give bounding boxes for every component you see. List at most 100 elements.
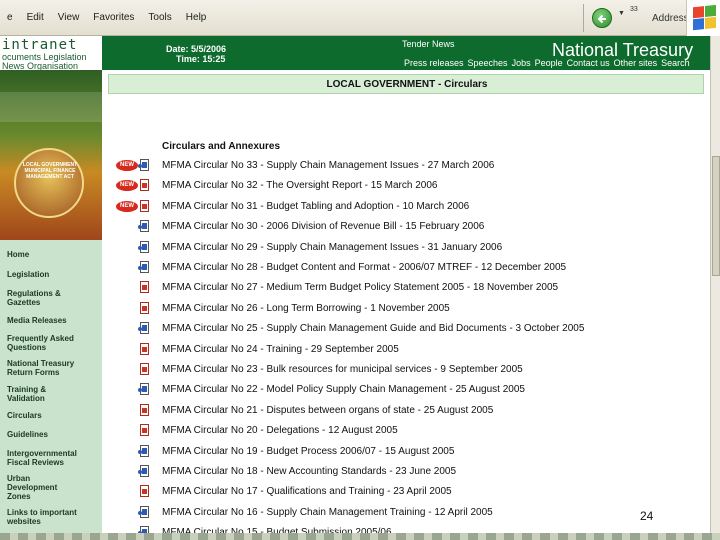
toolbar-number: 33	[630, 6, 638, 13]
windows-logo-icon	[686, 0, 720, 36]
intranet-logo[interactable]: intranet ocuments Legislation News Organ…	[0, 36, 102, 71]
list-item: MFMA Circular No 20 - Delegations - 12 A…	[102, 422, 710, 440]
word-file-icon[interactable]	[138, 322, 149, 335]
circular-link[interactable]: MFMA Circular No 30 - 2006 Division of R…	[162, 221, 484, 232]
page-title-bar: LOCAL GOVERNMENT - Circulars	[108, 74, 704, 94]
toolbar-separator	[583, 4, 584, 32]
chevron-down-icon[interactable]: ▼	[618, 10, 625, 17]
pdf-file-icon[interactable]	[140, 342, 149, 355]
menu-items: e Edit View Favorites Tools Help	[0, 12, 213, 23]
sidebar-item-urban-zones[interactable]: Urban Development Zones	[7, 474, 69, 501]
banner-emblem	[14, 148, 84, 218]
pdf-file-icon[interactable]	[140, 179, 149, 192]
circular-link[interactable]: MFMA Circular No 24 - Training - 29 Sept…	[162, 344, 399, 355]
pdf-file-icon[interactable]	[140, 403, 149, 416]
list-item: MFMA Circular No 30 - 2006 Division of R…	[102, 218, 710, 236]
banner-text: LOCAL GOVERNMENT MUNICIPAL FINANCE MANAG…	[22, 162, 78, 180]
nav-search[interactable]: Search	[661, 58, 690, 68]
header-date: Date: 5/5/2006	[166, 44, 227, 54]
word-file-icon[interactable]	[138, 240, 149, 253]
new-badge: NEW	[116, 180, 138, 192]
list-item: MFMA Circular No 24 - Training - 29 Sept…	[102, 341, 710, 359]
sidebar-item-home[interactable]: Home	[7, 250, 99, 259]
tender-news-link[interactable]: Tender News	[402, 39, 455, 49]
list-item: NEW MFMA Circular No 33 - Supply Chain Ma…	[102, 157, 710, 175]
sidebar-item-media[interactable]: Media Releases	[7, 316, 99, 325]
word-file-icon[interactable]	[138, 383, 149, 396]
circular-link[interactable]: MFMA Circular No 19 - Budget Process 200…	[162, 446, 454, 457]
nav-other-sites[interactable]: Other sites	[614, 58, 658, 68]
menu-favorites[interactable]: Favorites	[86, 12, 141, 23]
nav-jobs[interactable]: Jobs	[512, 58, 531, 68]
circular-link[interactable]: MFMA Circular No 27 - Medium Term Budget…	[162, 282, 558, 293]
menu-view[interactable]: View	[51, 12, 87, 23]
sidebar-item-return-forms[interactable]: National Treasury Return Forms	[7, 359, 95, 377]
sidebar-item-faq[interactable]: Frequently Asked Questions	[7, 334, 93, 352]
header-nav: Press releases Speeches Jobs People Cont…	[404, 58, 694, 68]
slide-number: 24	[640, 509, 654, 523]
pdf-file-icon[interactable]	[140, 363, 149, 375]
header-time: Time: 15:25	[176, 54, 226, 64]
circular-link[interactable]: MFMA Circular No 23 - Bulk resources for…	[162, 364, 523, 375]
scrollbar-thumb[interactable]	[712, 156, 720, 276]
nav-people[interactable]: People	[535, 58, 563, 68]
word-file-icon[interactable]	[138, 159, 149, 171]
mfma-banner-image: LOCAL GOVERNMENT MUNICIPAL FINANCE MANAG…	[0, 70, 102, 240]
sidebar-item-training[interactable]: Training & Validation	[7, 385, 67, 403]
nav-contact-us[interactable]: Contact us	[567, 58, 610, 68]
arrow-left-icon	[597, 14, 606, 24]
circular-link[interactable]: MFMA Circular No 18 - New Accounting Sta…	[162, 466, 456, 477]
menu-tools[interactable]: Tools	[141, 12, 178, 23]
section-heading: Circulars and Annexures	[162, 141, 281, 152]
circular-link[interactable]: MFMA Circular No 31 - Budget Tabling and…	[162, 201, 469, 212]
list-item: MFMA Circular No 28 - Budget Content and…	[102, 259, 710, 277]
sidebar-item-links[interactable]: Links to important websites	[7, 508, 91, 526]
menu-file[interactable]: e	[0, 12, 20, 23]
new-badge: NEW	[116, 200, 138, 212]
sidebar-item-guidelines[interactable]: Guidelines	[7, 430, 99, 439]
list-item: MFMA Circular No 21 - Disputes between o…	[102, 402, 710, 420]
circular-link[interactable]: MFMA Circular No 29 - Supply Chain Manag…	[162, 242, 502, 253]
list-item: MFMA Circular No 19 - Budget Process 200…	[102, 443, 710, 461]
list-item: MFMA Circular No 22 - Model Policy Suppl…	[102, 381, 710, 399]
sidebar-item-legislation[interactable]: Legislation	[7, 270, 99, 279]
circular-link[interactable]: MFMA Circular No 21 - Disputes between o…	[162, 405, 493, 416]
circular-link[interactable]: MFMA Circular No 25 - Supply Chain Manag…	[162, 323, 584, 334]
word-file-icon[interactable]	[138, 444, 149, 457]
bottom-decoration	[0, 533, 720, 540]
circular-link[interactable]: MFMA Circular No 16 - Supply Chain Manag…	[162, 507, 493, 518]
circular-link[interactable]: MFMA Circular No 26 - Long Term Borrowin…	[162, 303, 450, 314]
circular-link[interactable]: MFMA Circular No 32 - The Oversight Repo…	[162, 180, 437, 191]
new-badge: NEW	[116, 160, 138, 171]
main-content: LOCAL GOVERNMENT - Circulars Circulars a…	[102, 70, 710, 540]
pdf-file-icon[interactable]	[140, 199, 149, 212]
word-file-icon[interactable]	[138, 465, 149, 477]
sidebar-item-fiscal-reviews[interactable]: Intergovernmental Fiscal Reviews	[7, 449, 97, 467]
list-item: MFMA Circular No 23 - Bulk resources for…	[102, 361, 710, 379]
pdf-file-icon[interactable]	[140, 485, 149, 498]
menu-edit[interactable]: Edit	[20, 12, 51, 23]
list-item: MFMA Circular No 26 - Long Term Borrowin…	[102, 300, 710, 318]
word-file-icon[interactable]	[138, 261, 149, 273]
sidebar-item-circulars[interactable]: Circulars	[7, 411, 99, 420]
back-button[interactable]	[592, 8, 612, 28]
nav-press-releases[interactable]: Press releases	[404, 58, 464, 68]
word-file-icon[interactable]	[138, 220, 149, 233]
circular-link[interactable]: MFMA Circular No 17 - Qualifications and…	[162, 486, 452, 497]
circular-link[interactable]: MFMA Circular No 22 - Model Policy Suppl…	[162, 384, 525, 395]
address-label: Address	[652, 13, 689, 24]
pdf-file-icon[interactable]	[140, 424, 149, 437]
pdf-file-icon[interactable]	[140, 281, 149, 294]
nav-speeches[interactable]: Speeches	[468, 58, 508, 68]
list-item: MFMA Circular No 16 - Supply Chain Manag…	[102, 504, 710, 522]
circular-link[interactable]: MFMA Circular No 20 - Delegations - 12 A…	[162, 425, 398, 436]
list-item: NEW MFMA Circular No 31 - Budget Tabling …	[102, 198, 710, 216]
circular-link[interactable]: MFMA Circular No 33 - Supply Chain Manag…	[162, 160, 494, 171]
sidebar-item-regulations[interactable]: Regulations & Gazettes	[7, 289, 77, 307]
word-file-icon[interactable]	[138, 505, 149, 518]
menu-help[interactable]: Help	[179, 12, 214, 23]
circular-link[interactable]: MFMA Circular No 28 - Budget Content and…	[162, 262, 566, 273]
pdf-file-icon[interactable]	[140, 301, 149, 314]
vertical-scrollbar[interactable]	[710, 36, 720, 540]
list-item: MFMA Circular No 27 - Medium Term Budget…	[102, 279, 710, 297]
